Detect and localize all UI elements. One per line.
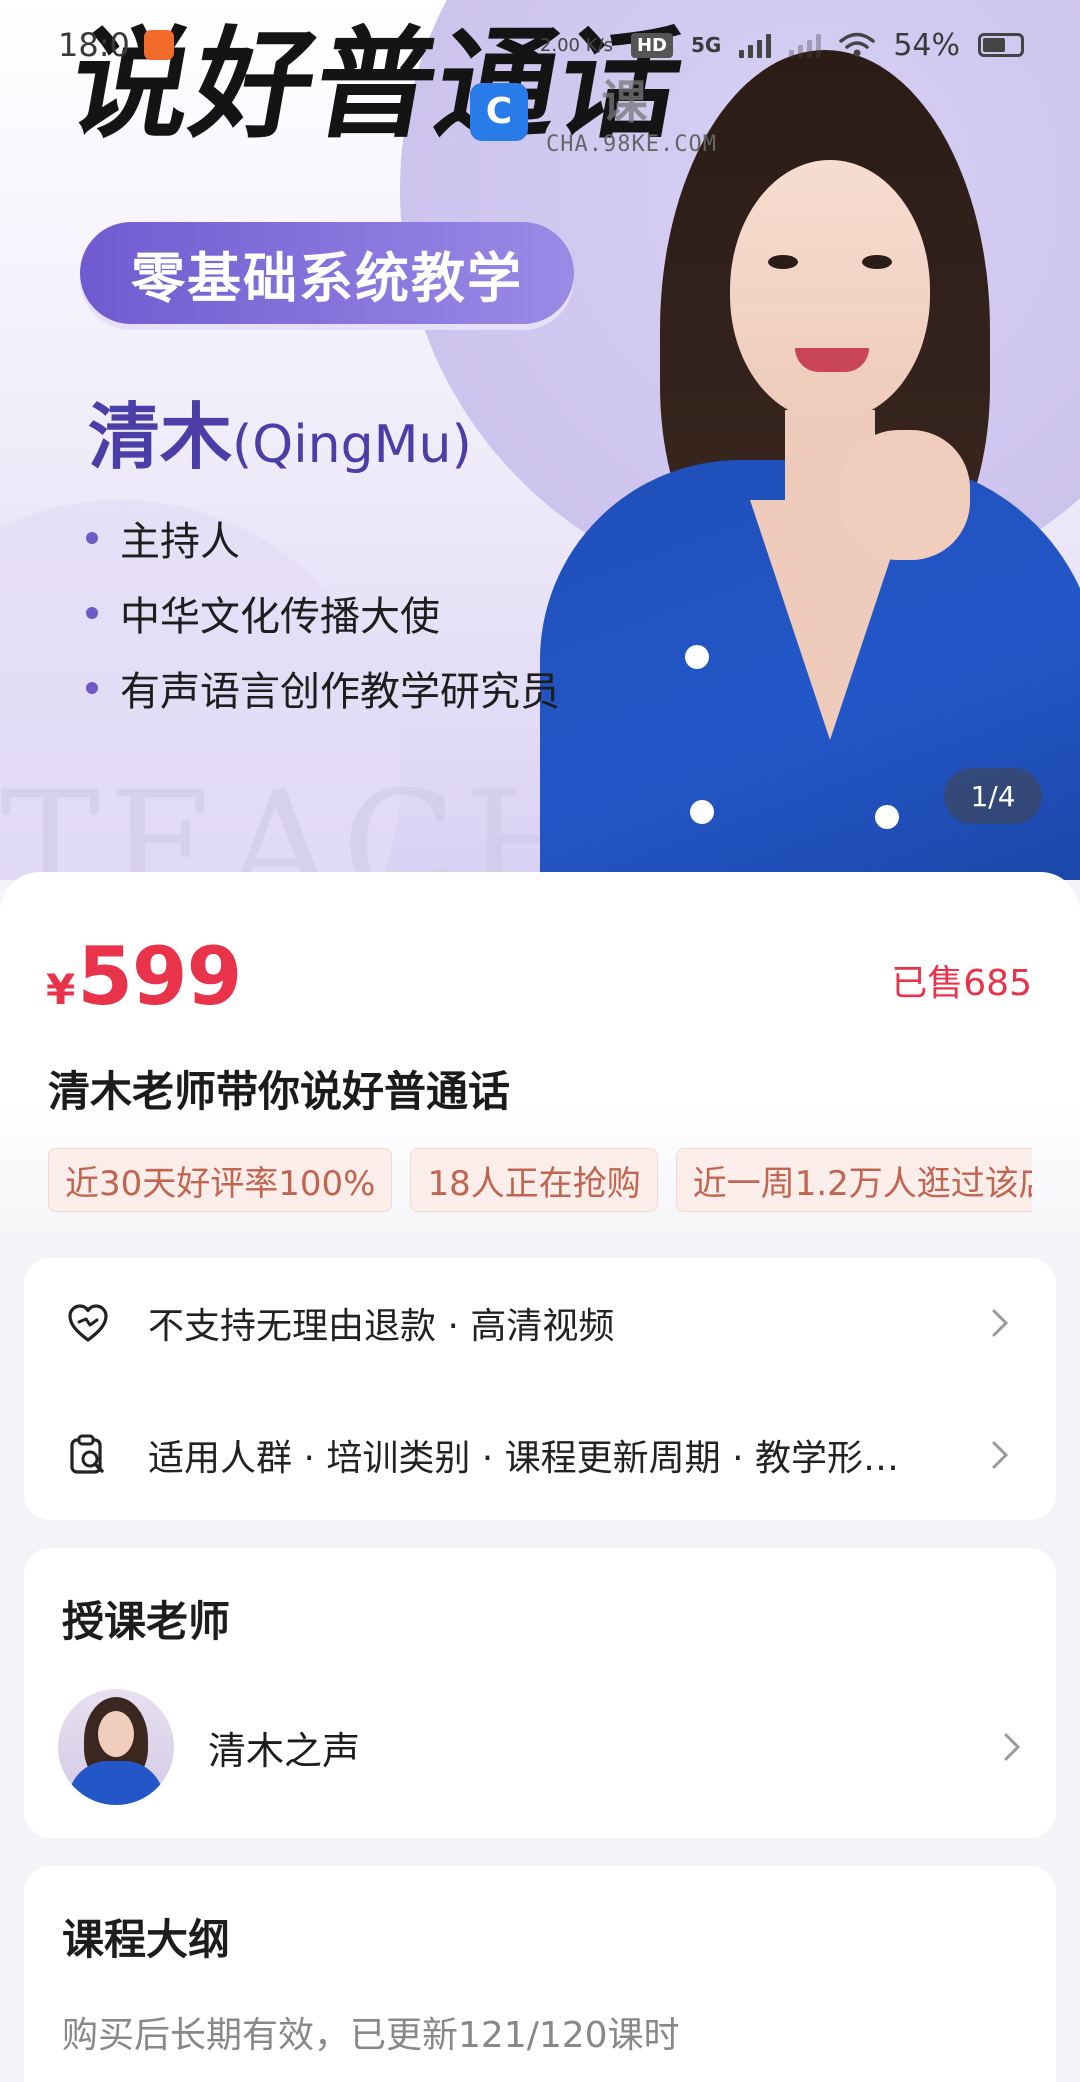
status-time: 18:0: [58, 26, 130, 64]
watermark-url: CHA.98KE.COM: [546, 132, 717, 157]
service-row-refund[interactable]: 不支持无理由退款 · 高清视频: [24, 1258, 1056, 1388]
banner-bullet: 有声语言创作教学研究员: [86, 650, 560, 725]
hd-icon: HD: [630, 32, 673, 58]
outline-card[interactable]: 课程大纲 购买后长期有效，已更新121/120课时: [24, 1866, 1056, 2082]
product-tag: 18人正在抢购: [410, 1148, 658, 1212]
app-notification-icon: [143, 30, 174, 60]
chevron-right-icon: [996, 1731, 1028, 1763]
wifi-icon: [839, 32, 876, 57]
price: ¥ 599: [46, 930, 242, 1023]
product-tag: 近一周1.2万人逛过该店: [675, 1148, 1032, 1212]
banner-teacher-name: 清木(QingMu): [88, 378, 472, 483]
product-title: 清木老师带你说好普通话: [48, 1067, 511, 1116]
service-text: 适用人群 · 培训类别 · 课程更新周期 · 教学形…: [148, 1438, 899, 1479]
banner-bullets: 主持人 中华文化传播大使 有声语言创作教学研究员: [86, 500, 560, 725]
banner-teacher-name-latin: (QingMu): [232, 415, 472, 475]
teacher-section-heading: 授课老师: [62, 1597, 231, 1646]
sold-count: 已售685: [891, 963, 1032, 1004]
banner-bullet: 主持人: [86, 500, 560, 575]
heart-shield-icon: [64, 1299, 112, 1347]
service-row-course-info[interactable]: 适用人群 · 培训类别 · 课程更新周期 · 教学形…: [24, 1390, 1056, 1520]
banner-bullet: 中华文化传播大使: [86, 575, 560, 650]
price-currency: ¥: [46, 965, 76, 1014]
banner-pill: 零基础系统教学: [80, 222, 574, 324]
outline-section-heading: 课程大纲: [62, 1915, 231, 1964]
signal-type: 5G: [690, 33, 722, 57]
watermark-logo-icon: C: [470, 82, 528, 141]
service-card: 不支持无理由退款 · 高清视频 适用人群 · 培训类别 · 课程更新周期 · 教…: [24, 1258, 1056, 1520]
chevron-right-icon: [984, 1439, 1016, 1471]
product-detail-sheet: ¥ 599 已售685 清木老师带你说好普通话 近30天好评率100% 18人正…: [0, 872, 1080, 2082]
signal-strength-icon: [739, 32, 772, 58]
teacher-row[interactable]: 清木之声: [58, 1688, 1028, 1806]
carousel-counter: 1/4: [944, 768, 1042, 824]
chevron-right-icon: [984, 1307, 1016, 1339]
status-bar: 18:0 2.00 K/s HD 5G 54%: [0, 0, 1080, 90]
signal-strength-secondary-icon: [789, 32, 822, 58]
product-image-carousel[interactable]: TEACHE 18:0 2.00 K/s HD 5G 54% 说好普通话 C 课…: [0, 0, 1080, 880]
product-tags: 近30天好评率100% 18人正在抢购 近一周1.2万人逛过该店: [48, 1148, 1032, 1212]
teacher-portrait-image: [540, 30, 1080, 880]
banner-teacher-name-cn: 清木: [88, 395, 233, 479]
avatar: [58, 1689, 174, 1805]
battery-percent: 54%: [893, 27, 960, 63]
outline-subtitle: 购买后长期有效，已更新121/120课时: [62, 2015, 680, 2056]
battery-icon: [978, 33, 1024, 57]
service-text: 不支持无理由退款 · 高清视频: [148, 1306, 615, 1347]
clipboard-search-icon: [64, 1431, 112, 1479]
product-summary: ¥ 599 已售685 清木老师带你说好普通话 近30天好评率100% 18人正…: [0, 872, 1080, 1252]
network-speed: 2.00 K/s: [539, 34, 613, 56]
teacher-card: 授课老师 清木之声: [24, 1548, 1056, 1838]
teacher-name: 清木之声: [208, 1728, 361, 1773]
product-tag: 近30天好评率100%: [48, 1148, 393, 1212]
price-value: 599: [77, 930, 242, 1023]
